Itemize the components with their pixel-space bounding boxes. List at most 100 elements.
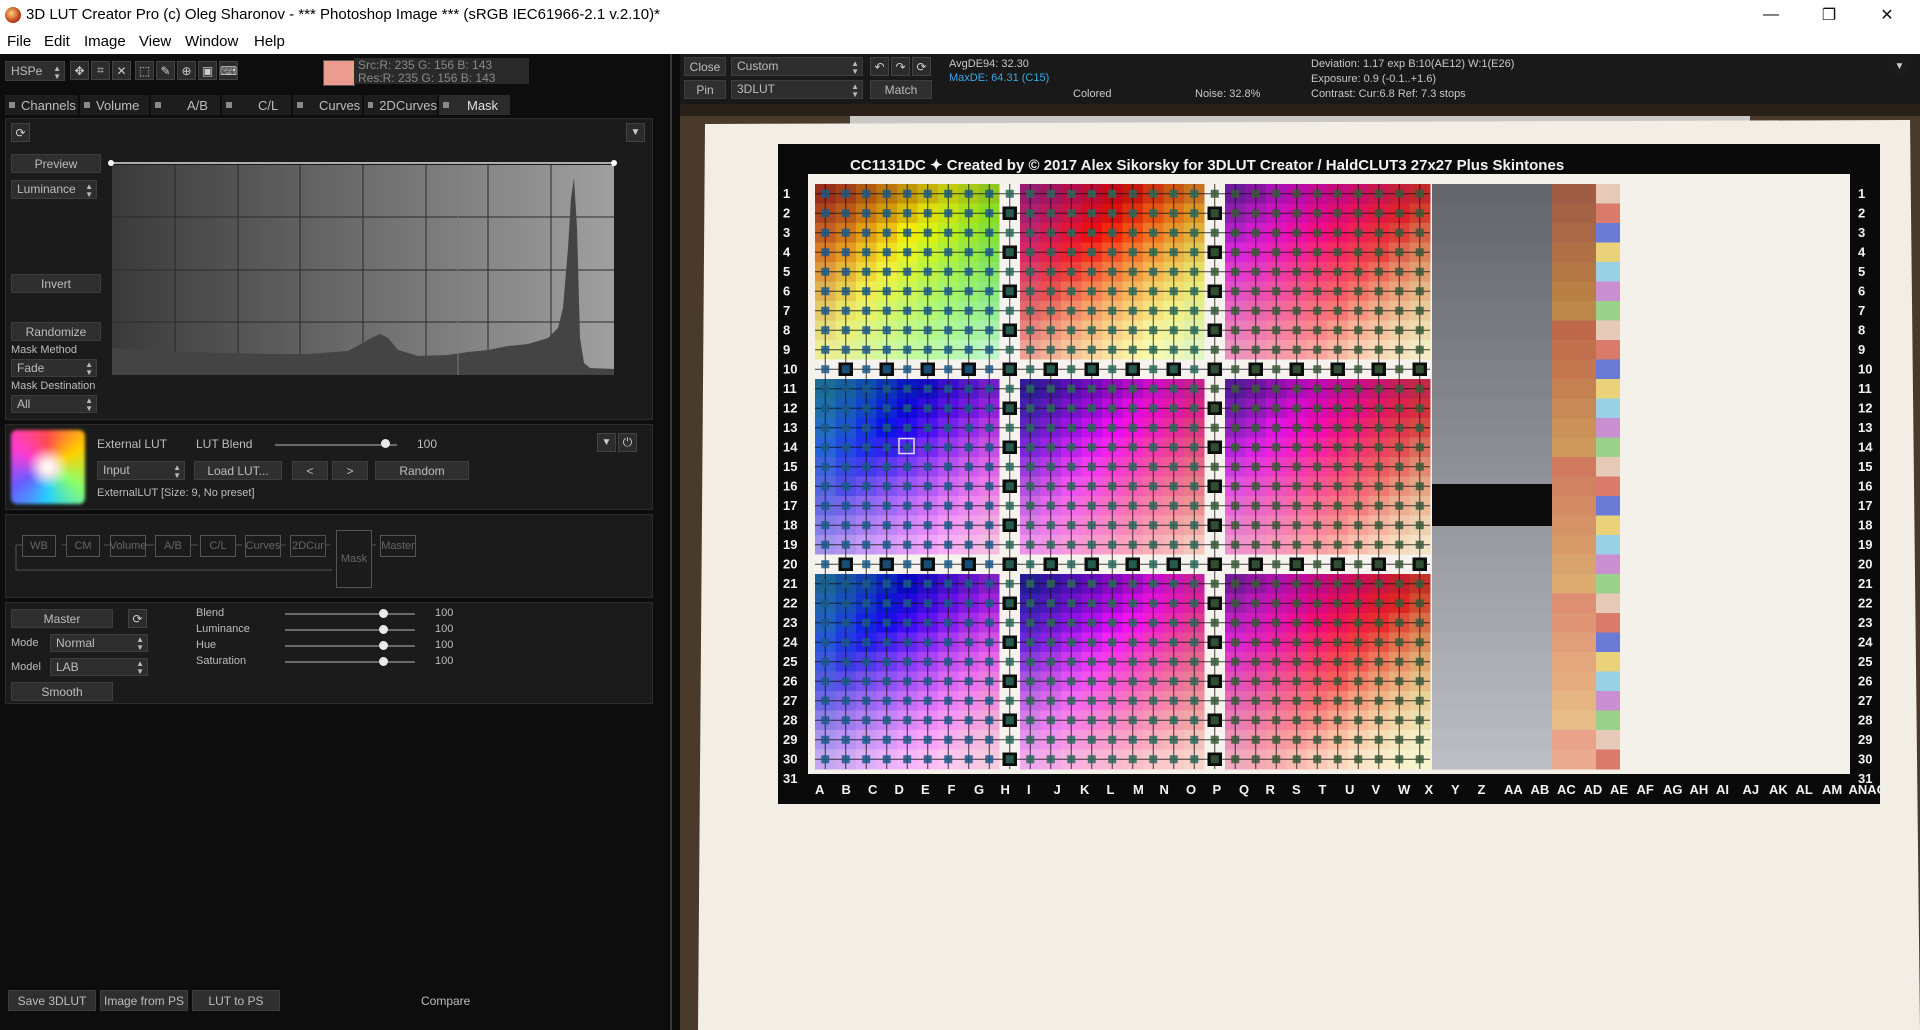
maximize-button[interactable]: ❐	[1806, 0, 1852, 30]
keyboard-tool-icon[interactable]: ⌨	[219, 61, 238, 80]
grey-ramp-patch	[1432, 184, 1552, 204]
sample-marker	[1190, 443, 1199, 452]
transform-tool-icon[interactable]: ✕	[112, 61, 131, 80]
master-reset-icon[interactable]: ⟳	[128, 609, 147, 628]
match-button[interactable]: Match	[870, 80, 932, 99]
power-icon[interactable]: ⏻	[618, 433, 637, 452]
marquee-tool-icon[interactable]: ⬚	[135, 61, 154, 80]
menu-help[interactable]: Help	[254, 33, 285, 50]
pipeline-curves[interactable]: Curves	[245, 535, 281, 557]
reload-icon[interactable]: ⟳	[912, 57, 931, 76]
sample-marker	[821, 657, 830, 666]
redo-icon[interactable]: ↷	[891, 57, 910, 76]
pipeline-master[interactable]: Master	[380, 535, 416, 557]
lut-to-ps-button[interactable]: LUT to PS	[192, 990, 280, 1011]
pipeline-mask[interactable]: Mask	[336, 530, 372, 588]
tab-volume[interactable]: Volume	[80, 95, 149, 115]
slider-knob-luminance[interactable]	[378, 625, 388, 634]
mask-channel-select[interactable]: Luminance ▲ ▼	[11, 180, 97, 199]
preview-button[interactable]: Preview	[11, 154, 101, 173]
menu-edit[interactable]: Edit	[44, 33, 70, 50]
menu-view[interactable]: View	[139, 33, 171, 50]
pipeline-2dcurves[interactable]: 2DCur	[290, 535, 326, 557]
tab-ab[interactable]: A/B	[151, 95, 220, 115]
sample-marker	[1190, 423, 1199, 432]
compare-label[interactable]: Compare	[421, 994, 470, 1008]
slider-blend[interactable]	[285, 613, 415, 615]
grey-ramp-patch	[1432, 203, 1552, 224]
fit-tool-icon[interactable]: ▣	[198, 61, 217, 80]
image-viewport[interactable]: CC1131DC ✦ Created by © 2017 Alex Sikors…	[680, 104, 1920, 1030]
next-lut-button[interactable]: >	[332, 461, 368, 480]
sample-marker	[964, 287, 973, 296]
load-lut-button[interactable]: Load LUT...	[194, 461, 282, 480]
lut-menu-icon[interactable]: ▼	[597, 433, 616, 452]
mask-destination-select[interactable]: All ▲ ▼	[11, 395, 97, 413]
menu-window[interactable]: Window	[185, 33, 238, 50]
panel-splitter[interactable]	[665, 54, 680, 1030]
luminance-histogram[interactable]	[108, 158, 618, 376]
slider-hue[interactable]	[285, 645, 415, 647]
sample-marker	[1190, 365, 1199, 374]
preset-select[interactable]: Custom ▲ ▼	[731, 57, 863, 76]
invert-button[interactable]: Invert	[11, 274, 101, 293]
menu-image[interactable]: Image	[84, 33, 126, 50]
menu-file[interactable]: File	[7, 33, 31, 50]
mask-method-select[interactable]: Fade ▲ ▼	[11, 359, 97, 377]
tab-2dcurves[interactable]: 2DCurves	[364, 95, 437, 115]
mask-curve-point-right[interactable]	[611, 160, 617, 166]
tab-mask[interactable]: Mask	[439, 95, 510, 115]
pipeline-ab[interactable]: A/B	[155, 535, 191, 557]
random-lut-button[interactable]: Random	[375, 461, 469, 480]
tab-curves[interactable]: Curves	[293, 95, 362, 115]
smooth-button[interactable]: Smooth	[11, 682, 113, 701]
lut-input-select[interactable]: Input ▲ ▼	[97, 461, 185, 480]
sample-marker	[1313, 228, 1322, 237]
lut-blend-slider[interactable]	[275, 444, 397, 446]
tab-channels[interactable]: Channels	[5, 95, 78, 115]
refresh-icon[interactable]: ⟳	[11, 123, 30, 142]
eyedropper-tool-icon[interactable]: ✎	[156, 61, 175, 80]
colorspace-select[interactable]: HSPe ▲ ▼	[5, 61, 65, 81]
sample-marker	[1395, 638, 1404, 647]
randomize-button[interactable]: Randomize	[11, 322, 101, 341]
lut-blend-knob[interactable]	[380, 439, 390, 448]
minimize-button[interactable]: —	[1748, 0, 1794, 30]
pipeline-volume[interactable]: Volume	[110, 535, 146, 557]
sample-marker	[944, 657, 953, 666]
sample-marker	[1169, 599, 1178, 608]
sample-marker	[923, 267, 932, 276]
master-button[interactable]: Master	[11, 609, 113, 628]
image-from-ps-button[interactable]: Image from PS	[100, 990, 188, 1011]
close-window-button[interactable]: ✕	[1864, 0, 1910, 30]
prev-lut-button[interactable]: <	[292, 461, 328, 480]
sample-marker	[862, 579, 871, 588]
sample-marker	[1272, 599, 1281, 608]
pipeline-cl[interactable]: C/L	[200, 535, 236, 557]
blend-mode-select[interactable]: Normal ▲ ▼	[50, 634, 148, 652]
slider-knob-saturation[interactable]	[378, 657, 388, 666]
zoom-tool-icon[interactable]: ⊕	[177, 61, 196, 80]
color-model-select[interactable]: LAB ▲ ▼	[50, 658, 148, 676]
slider-knob-hue[interactable]	[378, 641, 388, 650]
grid-tool-icon[interactable]: ⌗	[91, 61, 110, 80]
compare-menu-icon[interactable]: ▼	[1890, 57, 1909, 76]
row-label-left: 26	[783, 674, 797, 689]
tab-cl[interactable]: C/L	[222, 95, 291, 115]
sample-marker	[1067, 306, 1076, 315]
match-mode-select[interactable]: 3DLUT ▲ ▼	[731, 80, 863, 99]
row-label-right: 9	[1858, 342, 1865, 357]
pipeline-cm[interactable]: CM	[66, 535, 100, 557]
pipeline-wb[interactable]: WB	[22, 535, 56, 557]
slider-luminance[interactable]	[285, 629, 415, 631]
panel-menu-icon[interactable]: ▼	[626, 123, 645, 142]
mask-curve-point-left[interactable]	[108, 160, 114, 166]
save-3dlut-button[interactable]: Save 3DLUT	[8, 990, 96, 1011]
slider-knob-blend[interactable]	[378, 609, 388, 618]
close-compare-button[interactable]: Close	[684, 57, 726, 76]
sample-marker	[1415, 326, 1424, 335]
slider-saturation[interactable]	[285, 661, 415, 663]
undo-icon[interactable]: ↶	[870, 57, 889, 76]
move-tool-icon[interactable]: ✥	[70, 61, 89, 80]
pin-button[interactable]: Pin	[684, 80, 726, 99]
